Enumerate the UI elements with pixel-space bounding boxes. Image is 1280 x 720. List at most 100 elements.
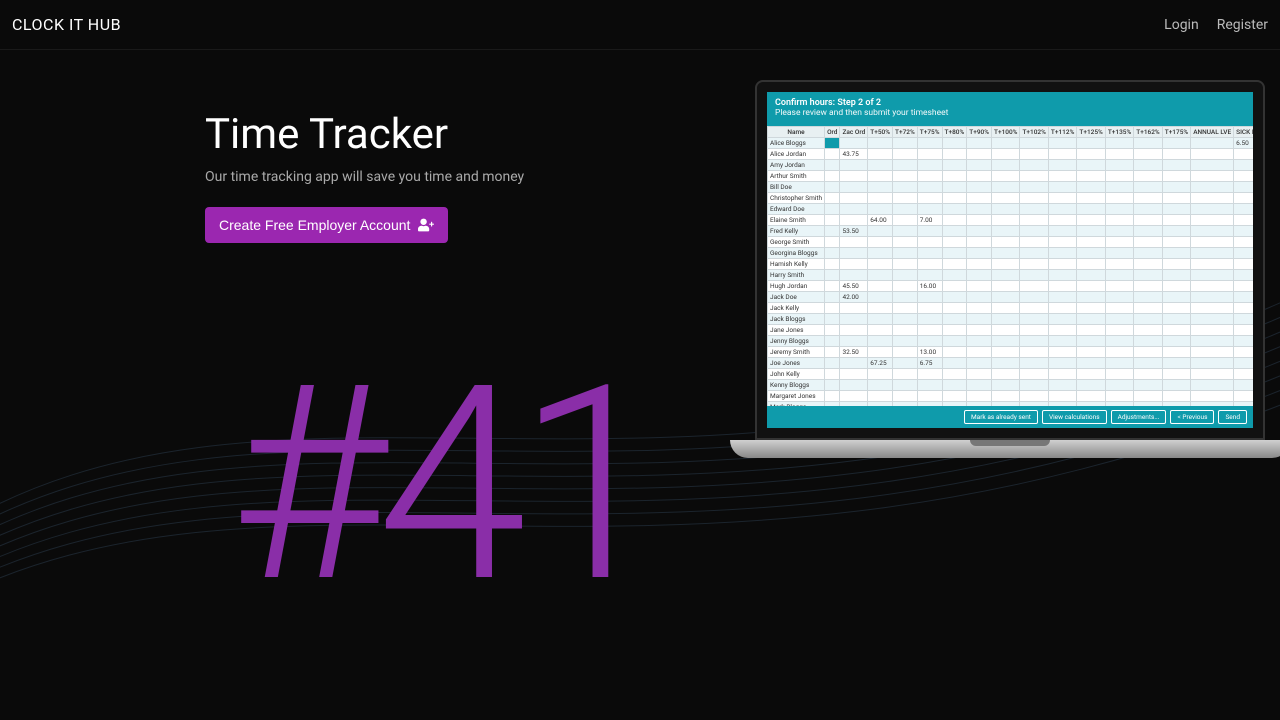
brand-title[interactable]: CLOCK IT HUB [12,15,121,34]
mock-cell [840,160,868,171]
mock-cell [992,171,1020,182]
mock-cell [1020,248,1048,259]
mock-cell [1234,336,1253,347]
mock-cell [1048,314,1076,325]
mock-cell [1077,160,1105,171]
mock-cell [868,204,893,215]
mock-cell: 64.00 [868,215,893,226]
mock-cell [1191,402,1234,407]
mock-cell [942,303,967,314]
mock-cell [840,204,868,215]
mock-cell [1162,138,1190,149]
mock-cell [868,303,893,314]
mock-row-name: Hamish Kelly [768,259,825,270]
mock-cell [942,281,967,292]
mock-cell [1191,138,1234,149]
mock-cell [1134,171,1162,182]
mock-cell [1105,149,1133,160]
mock-cell [967,347,992,358]
mock-cell [942,259,967,270]
mock-cell [1020,160,1048,171]
mock-cell [1191,270,1234,281]
mock-cell [942,369,967,380]
mock-footer-button: Mark as already sent [964,410,1038,424]
mock-cell [1048,270,1076,281]
mock-cell [868,193,893,204]
mock-cell [840,336,868,347]
nav-links: Login Register [1164,17,1268,33]
mock-cell [1134,259,1162,270]
mock-cell [992,303,1020,314]
mock-cell [868,226,893,237]
mock-cell [1134,237,1162,248]
mock-cell [840,303,868,314]
mock-row-name: Joe Jones [768,358,825,369]
mock-cell [967,171,992,182]
mock-cell [1234,292,1253,303]
mock-cell [893,369,918,380]
hero-copy: Time Tracker Our time tracking app will … [205,110,524,243]
mock-cell [942,391,967,402]
mock-cell [1191,347,1234,358]
mock-cell [868,314,893,325]
mock-cell [1020,138,1048,149]
mock-cell [967,314,992,325]
mock-row-name: Amy Jordan [768,160,825,171]
register-link[interactable]: Register [1217,17,1268,33]
mock-cell [1234,358,1253,369]
mock-cell [1077,402,1105,407]
mock-cell: 32.50 [840,347,868,358]
mock-column-header: T+90% [967,127,992,138]
mock-cell [1105,380,1133,391]
mock-cell [868,138,893,149]
mock-column-header: ANNUAL LVE [1191,127,1234,138]
mock-cell [1077,369,1105,380]
mock-cell [1020,182,1048,193]
mock-cell [840,402,868,407]
mock-cell [868,171,893,182]
mock-cell [967,358,992,369]
mock-cell [1162,314,1190,325]
mock-cell [1191,237,1234,248]
mock-cell [992,182,1020,193]
mock-cell [967,193,992,204]
mock-cell [1020,259,1048,270]
mock-cell [1105,171,1133,182]
mock-cell [1048,358,1076,369]
mock-cell [1020,402,1048,407]
mock-cell [1105,215,1133,226]
mock-header: Confirm hours: Step 2 of 2 Please review… [767,92,1253,126]
mock-cell [1134,215,1162,226]
mock-cell [992,281,1020,292]
mock-cell [992,369,1020,380]
mock-cell [942,325,967,336]
mock-cell [1105,160,1133,171]
mock-cell [942,160,967,171]
mock-cell [825,314,840,325]
login-link[interactable]: Login [1164,17,1199,33]
mock-cell: 7.00 [917,215,942,226]
mock-column-header: T+162% [1134,127,1162,138]
mock-cell [1134,138,1162,149]
mock-cell [893,248,918,259]
mock-cell [1048,226,1076,237]
mock-cell [893,270,918,281]
hero-title: Time Tracker [205,110,524,159]
mock-cell [1020,237,1048,248]
mock-cell [1234,215,1253,226]
mock-row-name: Elaine Smith [768,215,825,226]
mock-cell [1048,182,1076,193]
mock-cell [1162,270,1190,281]
mock-cell [1134,314,1162,325]
mock-cell [1020,314,1048,325]
mock-row-name: Georgina Bloggs [768,248,825,259]
mock-cell [868,237,893,248]
mock-cell [840,237,868,248]
mock-cell [1105,358,1133,369]
mock-cell [1048,325,1076,336]
mock-cell [868,182,893,193]
mock-row-name: Jeremy Smith [768,347,825,358]
mock-cell [992,347,1020,358]
create-account-button[interactable]: Create Free Employer Account [205,207,448,243]
mock-cell [893,358,918,369]
